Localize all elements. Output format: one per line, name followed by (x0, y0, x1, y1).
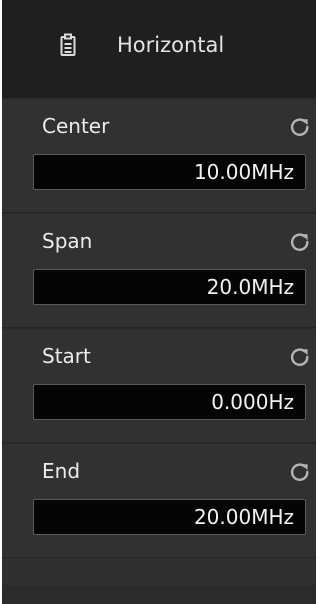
center-section: Center 10.00MHz (2, 98, 316, 213)
center-value-field[interactable]: 10.00MHz (33, 154, 306, 190)
memo-icon (60, 33, 76, 56)
span-value: 20.0MHz (206, 275, 294, 299)
span-section: Span 20.0MHz (2, 213, 316, 328)
horizontal-settings-panel: Horizontal Center 10.00MHz Span 20.0MHz … (2, 0, 316, 604)
end-value-field[interactable]: 20.00MHz (33, 499, 306, 535)
panel-footer (2, 585, 316, 604)
end-reset-icon[interactable] (289, 461, 311, 483)
end-value: 20.00MHz (193, 505, 294, 529)
span-reset-icon[interactable] (289, 231, 311, 253)
center-value: 10.00MHz (193, 160, 294, 184)
end-label: End (42, 459, 81, 483)
start-section: Start 0.000Hz (2, 328, 316, 443)
start-reset-icon[interactable] (289, 346, 311, 368)
center-reset-icon[interactable] (289, 116, 311, 138)
start-value-field[interactable]: 0.000Hz (33, 384, 306, 420)
end-section: End 20.00MHz (2, 443, 316, 558)
center-label: Center (42, 114, 110, 138)
span-value-field[interactable]: 20.0MHz (33, 269, 306, 305)
start-value: 0.000Hz (211, 390, 294, 414)
span-label: Span (42, 229, 93, 253)
panel-title: Horizontal (117, 33, 225, 57)
start-label: Start (42, 344, 91, 368)
panel-header[interactable]: Horizontal (2, 0, 316, 99)
